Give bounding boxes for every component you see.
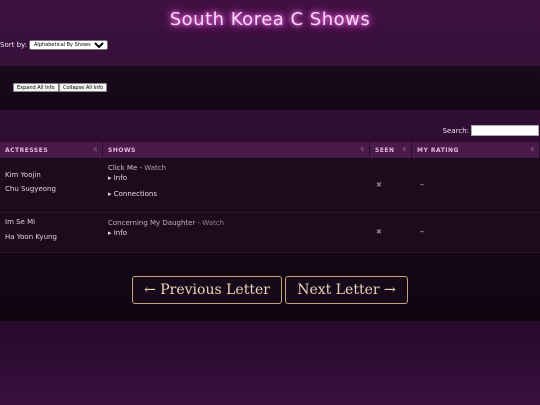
shows-table: ACTRESSES ⇅ SHOWS ⇅ SEEN ⇅ MY RATING ⇅ Kim Y… bbox=[0, 142, 540, 253]
search-bar: Search: bbox=[443, 125, 539, 136]
not-seen-icon: ✖ bbox=[376, 228, 382, 236]
rating-value: – bbox=[420, 227, 424, 236]
actress-name: Im Se Mi bbox=[5, 218, 36, 226]
header-actresses-label: ACTRESSES bbox=[5, 146, 49, 154]
sort-label: Sort by: bbox=[0, 41, 28, 49]
not-seen-icon: ✖ bbox=[376, 181, 382, 189]
table-header: ACTRESSES ⇅ SHOWS ⇅ SEEN ⇅ MY RATING ⇅ bbox=[0, 142, 540, 158]
header-actresses[interactable]: ACTRESSES ⇅ bbox=[0, 142, 103, 158]
show-title-line: Concerning My Daughter - Watch bbox=[108, 219, 224, 227]
info-toggle[interactable]: ▸ Info bbox=[108, 229, 127, 237]
show-title-link[interactable]: Concerning My Daughter bbox=[108, 219, 195, 227]
header-rating[interactable]: MY RATING ⇅ bbox=[412, 142, 540, 158]
seen-cell: ✖ bbox=[370, 158, 412, 212]
show-cell: Concerning My Daughter - Watch ▸ Info bbox=[103, 213, 370, 252]
actress-name: Kim Yoojin bbox=[5, 171, 41, 179]
watch-link[interactable]: Watch bbox=[202, 219, 224, 227]
sort-arrows-icon: ⇅ bbox=[402, 147, 407, 153]
seen-cell: ✖ bbox=[370, 213, 412, 252]
table-row: Kim Yoojin Chu Sugyeong Click Me - Watch… bbox=[0, 158, 540, 213]
table-row: Im Se Mi Ha Yoon Kyung Concerning My Dau… bbox=[0, 213, 540, 253]
page-title: South Korea C Shows bbox=[169, 9, 371, 30]
rating-value: – bbox=[420, 180, 424, 189]
show-title-link[interactable]: Click Me bbox=[108, 164, 137, 172]
header-shows-label: SHOWS bbox=[108, 146, 136, 154]
search-input[interactable] bbox=[471, 125, 539, 136]
connections-toggle[interactable]: ▸ Connections bbox=[108, 190, 157, 198]
next-letter-button[interactable]: Next Letter → bbox=[285, 276, 408, 304]
collapse-all-button[interactable]: Collapse All Info bbox=[59, 83, 108, 92]
watch-link[interactable]: Watch bbox=[144, 164, 166, 172]
sort-arrows-icon: ⇅ bbox=[360, 147, 365, 153]
header-rating-label: MY RATING bbox=[417, 146, 459, 154]
actresses-cell: Kim Yoojin Chu Sugyeong bbox=[0, 158, 103, 212]
sort-arrows-icon: ⇅ bbox=[530, 147, 535, 153]
rating-cell: – bbox=[412, 158, 540, 212]
sort-bar: Sort by: Alphabetical By Shows bbox=[0, 40, 109, 50]
actress-name: Chu Sugyeong bbox=[5, 185, 56, 193]
actress-name: Ha Yoon Kyung bbox=[5, 233, 57, 241]
sort-arrows-icon: ⇅ bbox=[93, 147, 98, 153]
sort-select[interactable]: Alphabetical By Shows bbox=[29, 40, 109, 50]
header-seen[interactable]: SEEN ⇅ bbox=[370, 142, 412, 158]
show-title-line: Click Me - Watch bbox=[108, 164, 166, 172]
show-cell: Click Me - Watch ▸ Info ▸ Connections bbox=[103, 158, 370, 212]
actresses-cell: Im Se Mi Ha Yoon Kyung bbox=[0, 213, 103, 252]
header-shows[interactable]: SHOWS ⇅ bbox=[103, 142, 370, 158]
search-label: Search: bbox=[442, 126, 469, 135]
header-seen-label: SEEN bbox=[375, 146, 395, 154]
info-toggle[interactable]: ▸ Info bbox=[108, 174, 127, 182]
previous-letter-button[interactable]: ← Previous Letter bbox=[132, 276, 282, 304]
rating-cell: – bbox=[412, 213, 540, 252]
expand-all-button[interactable]: Expand All Info bbox=[13, 83, 59, 92]
